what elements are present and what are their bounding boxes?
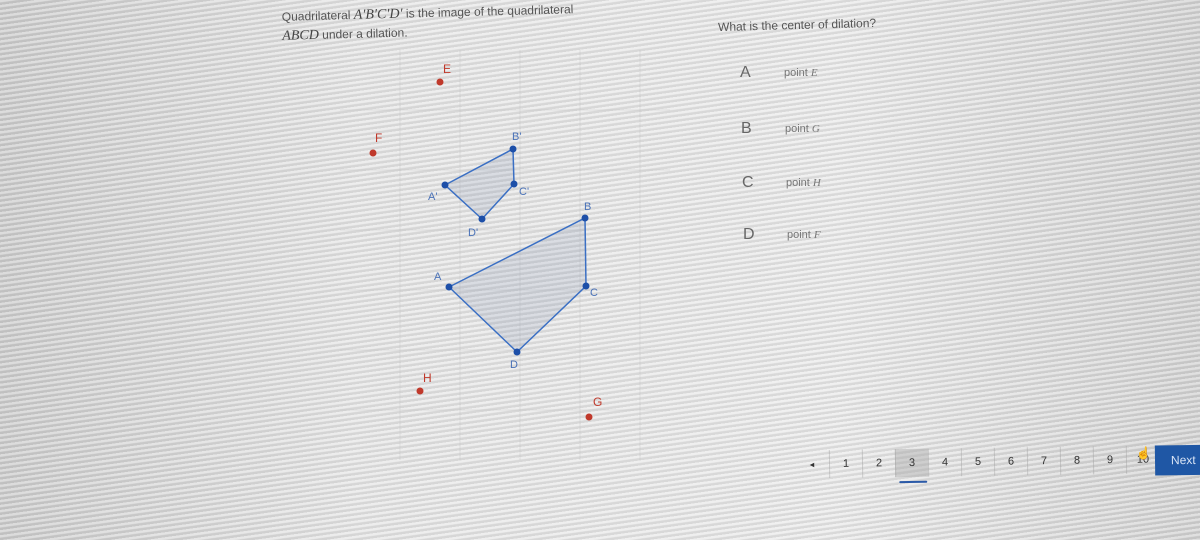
- label-f: F: [375, 131, 382, 145]
- prompt-prefix: Quadrilateral: [281, 8, 351, 24]
- page-2[interactable]: 2: [861, 449, 896, 478]
- vertex-b[interactable]: [581, 214, 589, 222]
- point-h[interactable]: [416, 387, 424, 395]
- choice-d[interactable]: D point F: [743, 226, 821, 244]
- vertex-d-prime[interactable]: [478, 215, 486, 223]
- page-6[interactable]: 6: [993, 447, 1028, 476]
- page-9[interactable]: 9: [1092, 445, 1127, 475]
- page-1[interactable]: 1: [828, 449, 863, 479]
- coordinate-graph: A' B' C' D' A B C D E F H G: [340, 50, 670, 460]
- label-h: H: [423, 371, 432, 385]
- choice-text: point F: [787, 229, 821, 241]
- choice-letter: D: [743, 226, 755, 243]
- label-e: E: [443, 62, 451, 76]
- choice-letter: A: [740, 64, 751, 81]
- choice-letter: B: [741, 120, 752, 137]
- point-g[interactable]: [585, 413, 593, 421]
- label-b-prime: B': [512, 131, 521, 143]
- screen: Quadrilateral A′B′C′D′ is the image of t…: [0, 0, 1200, 540]
- vertex-d[interactable]: [513, 348, 521, 356]
- label-b: B: [584, 201, 591, 213]
- previous-page-button[interactable]: ◂: [795, 450, 829, 478]
- vertex-c[interactable]: [582, 282, 590, 290]
- vertex-c-prime[interactable]: [510, 180, 518, 188]
- choice-c[interactable]: C point H: [742, 174, 821, 192]
- vertex-b-prime[interactable]: [509, 145, 517, 153]
- page-3[interactable]: 3: [894, 448, 929, 478]
- choice-text: point E: [784, 67, 818, 79]
- page-5[interactable]: 5: [960, 447, 995, 477]
- choice-text: point H: [786, 177, 821, 189]
- vertex-a[interactable]: [445, 283, 453, 291]
- choice-letter: C: [742, 174, 754, 191]
- next-button[interactable]: Next: [1154, 444, 1200, 476]
- image-name: A′B′C′D′: [353, 6, 403, 23]
- choice-text: point G: [785, 123, 820, 135]
- prompt-suffix: under a dilation.: [321, 25, 408, 42]
- prompt-middle: is the image of the quadrilateral: [405, 2, 574, 21]
- pagination: ◂ 1 2 3 4 5 6 7 8 9 10: [795, 445, 1160, 479]
- point-f[interactable]: [369, 149, 377, 157]
- label-c-prime: C': [519, 186, 529, 198]
- original-name: ABCD: [282, 27, 320, 44]
- grid-lines: [340, 50, 670, 460]
- page-8[interactable]: 8: [1059, 446, 1094, 475]
- point-e[interactable]: [436, 78, 444, 86]
- label-d: D: [510, 359, 518, 371]
- page-7[interactable]: 7: [1026, 446, 1061, 476]
- label-g: G: [593, 395, 602, 409]
- question-text: What is the center of dilation?: [717, 15, 877, 35]
- label-a-prime: A': [428, 191, 437, 203]
- question-prompt: Quadrilateral A′B′C′D′ is the image of t…: [282, 0, 575, 46]
- image-quadrilateral: [443, 147, 515, 221]
- hand-cursor-icon: ☝: [1136, 446, 1151, 460]
- label-c: C: [590, 287, 598, 299]
- page-4[interactable]: 4: [927, 448, 962, 477]
- choice-a[interactable]: A point E: [740, 64, 818, 82]
- label-d-prime: D': [468, 227, 478, 239]
- vertex-a-prime[interactable]: [441, 181, 449, 189]
- choice-b[interactable]: B point G: [741, 120, 820, 138]
- label-a: A: [434, 271, 442, 283]
